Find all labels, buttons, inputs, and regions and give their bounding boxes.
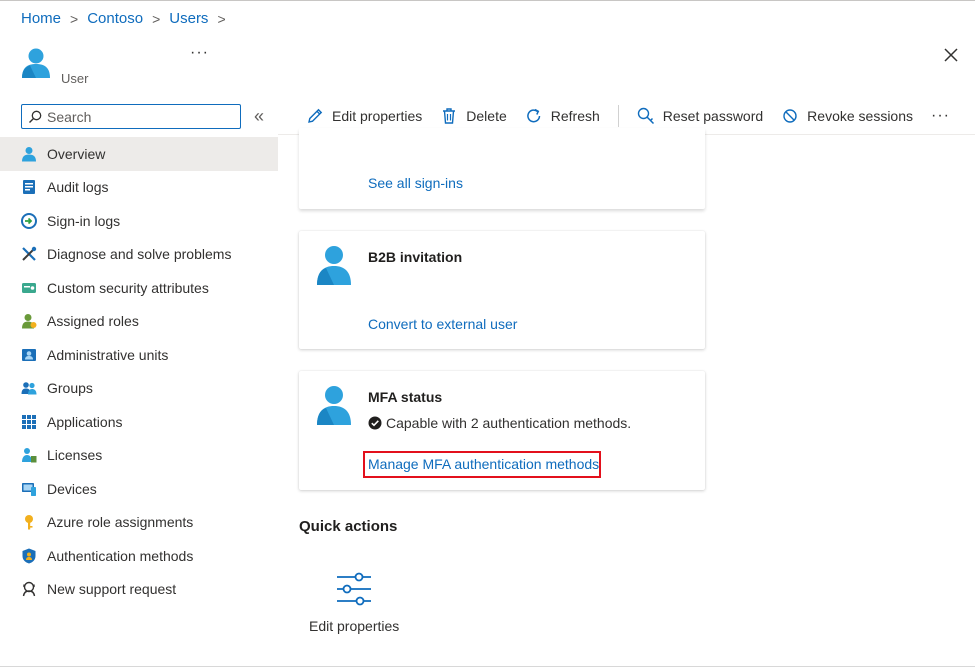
reset-password-button[interactable]: Reset password [637,107,763,125]
toolbar-divider [617,105,619,127]
sidebar-item-label: New support request [47,581,177,598]
sidebar-item-diagnose[interactable]: Diagnose and solve problems [0,238,278,272]
mfa-status-text: Capable with 2 authentication methods. [386,415,632,431]
sidebar-item-label: Licenses [47,447,103,464]
sidebar-item-assigned-roles[interactable]: Assigned roles [0,305,278,339]
groups-icon [21,382,37,395]
search-box[interactable] [21,104,241,129]
sidebar-item-authentication-methods[interactable]: Authentication methods [0,539,278,573]
sidebar-item-label: Authentication methods [47,547,194,564]
user-avatar-icon [317,246,351,285]
audit-log-icon [23,180,35,195]
check-circle-icon [368,416,382,430]
sidebar-item-label: Sign-in logs [47,212,121,229]
toolbar-more-button[interactable]: ··· [931,107,950,125]
admin-units-icon [22,348,36,361]
breadcrumb: Home > Contoso > Users > [21,10,229,27]
sidebar-item-label: Audit logs [47,179,109,196]
convert-to-external-user-link[interactable]: Convert to external user [368,316,517,332]
highlight-annotation-box [363,451,601,478]
user-icon [22,146,36,162]
shield-icon [22,548,36,564]
licenses-icon [22,448,37,463]
frame-bottom-border [0,666,975,667]
see-all-signins-link[interactable]: See all sign-ins [368,175,463,191]
revoke-sessions-label: Revoke sessions [807,108,913,124]
quick-actions-title: Quick actions [299,518,398,535]
breadcrumb-contoso[interactable]: Contoso [87,10,143,27]
breadcrumb-chevron-icon: > [217,10,226,27]
page-subtitle: User [61,71,89,86]
devices-icon [22,482,36,496]
sidebar-item-audit-logs[interactable]: Audit logs [0,171,278,205]
card-title: MFA status [368,389,443,405]
sidebar-item-devices[interactable]: Devices [0,472,278,506]
collapse-sidebar-button[interactable]: « [254,106,264,127]
support-icon [22,582,36,597]
search-icon [29,110,42,123]
quick-action-edit-properties[interactable]: Edit properties [309,618,399,634]
breadcrumb-home[interactable]: Home [21,10,61,27]
sidebar-item-label: Administrative units [47,346,169,363]
user-avatar-icon [317,386,351,425]
breadcrumb-users[interactable]: Users [169,10,208,27]
sidebar-item-label: Applications [47,413,123,430]
key-icon [25,515,33,530]
applications-grid-icon [22,414,36,429]
sidebar-item-overview[interactable]: Overview [0,137,278,171]
block-icon [783,109,797,123]
reset-password-label: Reset password [662,108,764,124]
breadcrumb-chevron-icon: > [152,10,161,27]
close-icon[interactable] [941,45,961,65]
frame-top-border [0,0,975,1]
sidebar-item-label: Diagnose and solve problems [47,246,232,263]
search-input[interactable] [47,108,227,125]
breadcrumb-chevron-icon: > [70,10,79,27]
sidebar-item-licenses[interactable]: Licenses [0,439,278,473]
signins-card: See all sign-ins [299,128,705,209]
user-avatar-icon [22,48,50,78]
revoke-sessions-button[interactable]: Revoke sessions [781,107,913,125]
key-search-icon [637,107,654,125]
sidebar-item-label: Azure role assignments [47,514,194,531]
sidebar-item-label: Groups [47,380,93,397]
sidebar-item-azure-role-assignments[interactable]: Azure role assignments [0,506,278,540]
sidebar-item-label: Custom security attributes [47,279,209,296]
assigned-roles-icon [22,314,37,329]
sidebar-item-sign-in-logs[interactable]: Sign-in logs [0,204,278,238]
command-bar: Edit properties Delete Refresh Reset pas… [306,104,950,128]
delete-button[interactable]: Delete [440,107,507,125]
sidebar-item-custom-security-attributes[interactable]: Custom security attributes [0,271,278,305]
trash-icon [443,108,456,124]
b2b-invitation-card: B2B invitation Convert to external user [299,231,705,349]
sidebar-item-label: Overview [47,145,106,162]
edit-properties-button[interactable]: Edit properties [306,107,422,125]
wrench-icon [22,247,37,262]
refresh-icon [526,108,540,123]
sidebar-item-applications[interactable]: Applications [0,405,278,439]
pencil-icon [308,108,323,123]
card-title: B2B invitation [368,249,463,265]
sidebar-item-label: Assigned roles [47,313,139,330]
sidebar-item-new-support-request[interactable]: New support request [0,573,278,607]
sliders-icon[interactable] [335,572,373,606]
mfa-status-row: Capable with 2 authentication methods. [368,415,631,431]
sidebar-item-label: Devices [47,480,97,497]
sign-in-icon [21,212,37,229]
security-attributes-icon [22,282,36,293]
sidebar: Overview Audit logs Sign-in logs Diagnos… [0,137,278,606]
sidebar-item-groups[interactable]: Groups [0,372,278,406]
sidebar-item-administrative-units[interactable]: Administrative units [0,338,278,372]
header-more-button[interactable]: ··· [190,44,209,62]
refresh-label: Refresh [550,108,600,124]
edit-properties-label: Edit properties [332,108,423,124]
refresh-button[interactable]: Refresh [525,107,600,125]
delete-label: Delete [466,108,507,124]
